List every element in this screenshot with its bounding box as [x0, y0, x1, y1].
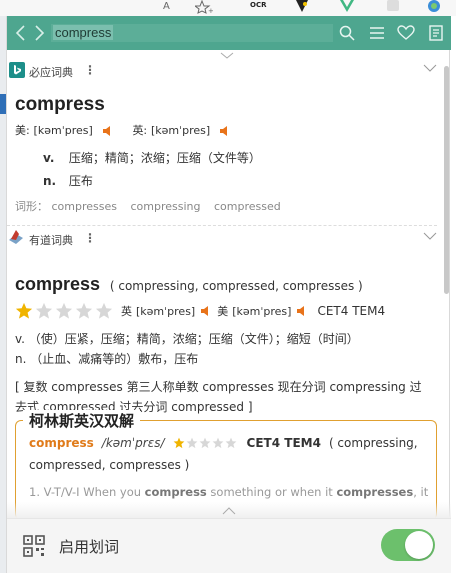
- youdao-headword: compress: [15, 274, 101, 294]
- youdao-uk-phonetic: [kəmˈpres]: [136, 304, 196, 318]
- dark-extension-icon[interactable]: [292, 0, 312, 12]
- select-lookup-toggle[interactable]: [381, 529, 435, 561]
- bing-def-pos: v.: [43, 151, 55, 165]
- bing-form-link[interactable]: compresses: [52, 200, 117, 213]
- collins-forms: compressed, compresses ): [29, 458, 190, 472]
- youdao-def-line: v. （使）压紧，压缩；精简，浓缩；压缩（文件）；缩短（时间）: [15, 332, 359, 346]
- back-icon[interactable]: [13, 24, 29, 42]
- toggle-knob: [405, 531, 433, 559]
- bing-definition-row: n. 压布: [43, 172, 93, 189]
- section-divider: [7, 225, 437, 226]
- bing-logo-icon: [9, 62, 25, 78]
- bing-pronunciations: 美: [kəmˈpres] 英: [kəmˈpres]: [15, 122, 230, 138]
- bing-forms-label: 词形：: [15, 200, 48, 213]
- collins-headword-row: compress /kəmˈprɛs/ CET4 TEM4 ( compress…: [29, 436, 418, 450]
- bing-us-phonetic: [kəmˈpres]: [33, 124, 93, 137]
- youdao-uk-speaker-icon[interactable]: [201, 306, 211, 316]
- bing-word-forms: 词形： compresses compressing compressed: [15, 198, 281, 214]
- expand-up-chevron-icon[interactable]: [221, 506, 237, 516]
- search-input[interactable]: compress: [51, 24, 333, 42]
- collins-forms: ( compressing,: [328, 436, 418, 450]
- svg-text:+: +: [208, 7, 213, 14]
- add-favorite-icon[interactable]: +: [195, 0, 213, 14]
- youdao-star-rating: [15, 302, 113, 320]
- bing-dict-section: 必应词典 ⋮ compress 美: [kəmˈpres] 英: [kəmˈpr…: [7, 60, 437, 230]
- collins-star-rating: [173, 437, 237, 449]
- bing-us-label: 美:: [15, 124, 30, 137]
- bing-def-pos: n.: [43, 174, 57, 188]
- youdao-uk-label: 英: [121, 305, 132, 318]
- dictionary-popup: compress 必应词典 ⋮ compress 美: [kəmˈpres] 英…: [6, 16, 451, 573]
- youdao-inflection-note: [ 复数 compresses 第三人称单数 compresses 现在分词 c…: [15, 380, 422, 394]
- youdao-logo-icon: [9, 230, 23, 244]
- collins-exam-tags: CET4 TEM4: [246, 436, 321, 450]
- search-query: compress: [53, 25, 114, 40]
- qr-code-icon[interactable]: [23, 535, 45, 557]
- youdao-section-header: 有道词典 ⋮: [7, 228, 437, 250]
- youdao-us-phonetic: [kəmˈpres]: [232, 304, 292, 318]
- youdao-us-label: 美: [217, 305, 229, 318]
- youdao-section-title: 有道词典: [29, 234, 73, 247]
- star-empty-icon: [55, 302, 73, 319]
- vue-extension-icon[interactable]: [337, 0, 357, 12]
- youdao-exam-tags: CET4 TEM4: [317, 304, 386, 318]
- forward-icon[interactable]: [31, 24, 47, 42]
- collins-phonetic: /kəmˈprɛs/: [101, 436, 165, 450]
- collins-headword: compress: [29, 436, 94, 450]
- bing-uk-label: 英:: [132, 124, 148, 137]
- star-empty-icon: [212, 437, 223, 449]
- menu-icon[interactable]: [368, 24, 386, 42]
- bing-section-title: 必应词典: [29, 66, 73, 79]
- bing-uk-speaker-icon[interactable]: [220, 125, 230, 136]
- collapse-all-chevron-icon[interactable]: [7, 50, 451, 60]
- dictionary-extension-icon[interactable]: [424, 0, 444, 12]
- bing-section-header: 必应词典 ⋮: [7, 60, 437, 82]
- bing-headword: compress: [15, 94, 105, 115]
- star-empty-icon: [225, 437, 236, 449]
- bing-uk-phonetic: [kəmˈpres]: [150, 124, 211, 137]
- collins-title: 柯林斯英汉双解: [23, 410, 141, 431]
- star-empty-icon: [95, 302, 113, 319]
- wordbook-icon[interactable]: [427, 24, 445, 42]
- bing-def-text: 压缩；精简；浓缩；压缩（文件等）: [68, 151, 261, 165]
- youdao-inflections: ( compressing, compressed, compresses ): [109, 279, 363, 293]
- bottom-bar: 启用划词: [7, 518, 451, 573]
- bing-form-link[interactable]: compressed: [214, 200, 281, 213]
- search-icon[interactable]: [338, 24, 356, 42]
- collins-example: 1. V-T/V-I When you compress something o…: [29, 485, 429, 499]
- scrollbar-thumb[interactable]: [444, 66, 449, 294]
- youdao-pron-row: 英 [kəmˈpres] 美 [kəmˈpres] CET4 TEM4: [15, 302, 385, 320]
- bing-collapse-chevron-icon[interactable]: [423, 63, 437, 73]
- scrollbar[interactable]: [443, 60, 449, 510]
- favorite-heart-icon[interactable]: [397, 24, 415, 42]
- star-empty-icon: [186, 437, 197, 449]
- star-empty-icon: [35, 302, 53, 319]
- youdao-us-speaker-icon[interactable]: [297, 306, 307, 316]
- bing-us-speaker-icon[interactable]: [102, 125, 113, 136]
- youdao-collapse-chevron-icon[interactable]: [423, 231, 437, 241]
- ocr-extension-icon[interactable]: OCR: [250, 0, 270, 12]
- youdao-section-more-icon[interactable]: ⋮: [84, 231, 96, 245]
- star-empty-icon: [75, 302, 93, 319]
- search-bar: compress: [7, 16, 451, 50]
- reader-mode-icon[interactable]: A: [163, 0, 170, 14]
- youdao-def-line: n. （止血、减痛等的）敷布，压布: [15, 352, 199, 366]
- bing-definition-row: v. 压缩；精简；浓缩；压缩（文件等）: [43, 149, 261, 166]
- star-filled-icon: [173, 437, 184, 449]
- star-empty-icon: [199, 437, 210, 449]
- toggle-label: 启用划词: [59, 538, 120, 556]
- bing-def-text: 压布: [68, 174, 93, 188]
- browser-toolbar: A + OCR: [0, 0, 456, 16]
- settings-extension-icon[interactable]: [383, 0, 403, 12]
- youdao-headword-row: compress ( compressing, compressed, comp…: [15, 274, 363, 295]
- bing-section-more-icon[interactable]: ⋮: [84, 63, 96, 77]
- star-filled-icon: [15, 302, 33, 319]
- bing-form-link[interactable]: compressing: [130, 200, 200, 213]
